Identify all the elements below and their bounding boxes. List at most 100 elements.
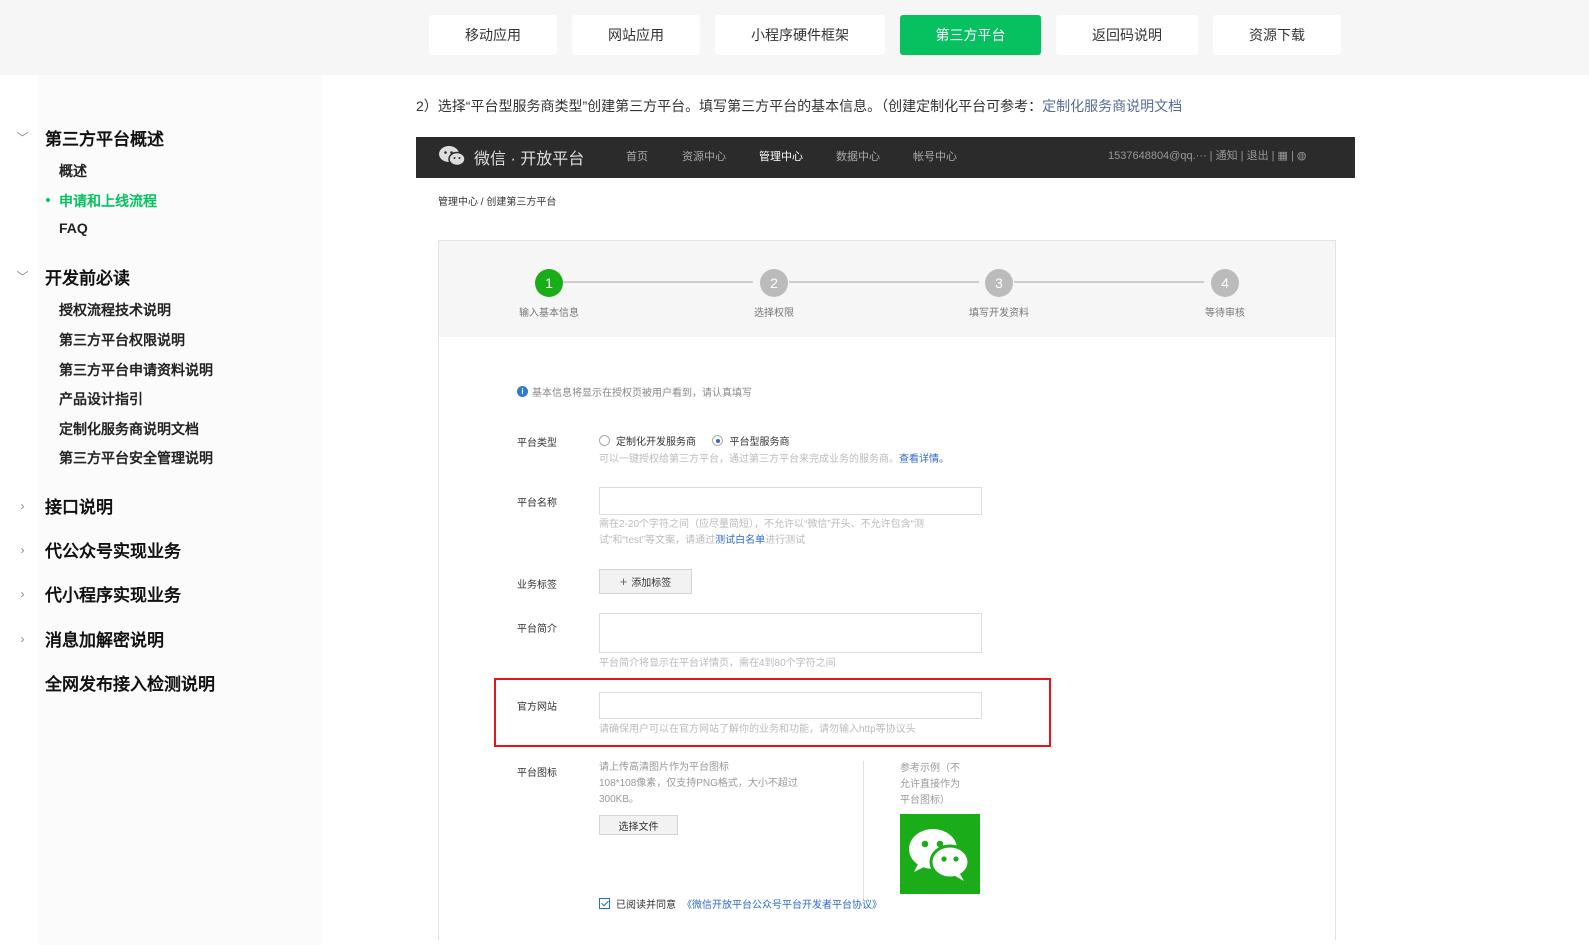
add-tag-button[interactable]: + 添加标签: [599, 569, 692, 594]
tab-resource-download[interactable]: 资源下载: [1213, 15, 1341, 55]
sidebar-item-permissions[interactable]: 第三方平台权限说明: [59, 330, 185, 350]
sidebar-group-label: 接口说明: [45, 498, 113, 517]
hint-text: 可以一键授权给第三方平台，通过第三方平台来完成业务的服务商。: [599, 454, 899, 465]
highlight-box-official-site: [494, 678, 1051, 747]
active-dot-icon: [46, 198, 50, 202]
agreement-checkbox[interactable]: [599, 898, 610, 909]
agreement-link[interactable]: 《微信开放平台公众号平台开发者平台协议》: [682, 896, 882, 911]
sidebar-item-design-guide[interactable]: 产品设计指引: [59, 389, 143, 409]
hint-text: 试”和“test”等文案，请通过: [599, 535, 716, 546]
wechat-logo-icon: [909, 829, 971, 881]
platform-type-hint: 可以一键授权给第三方平台，通过第三方平台来完成业务的服务商。查看详情。: [599, 452, 949, 468]
sample-wechat-icon: [900, 814, 980, 894]
hint-text: 进行测试: [765, 535, 806, 546]
wechat-logo-icon: [439, 146, 466, 167]
wx-nav-home[interactable]: 首页: [626, 148, 648, 164]
sidebar-group-label: 消息加解密说明: [45, 631, 164, 650]
sidebar-item-apply-materials[interactable]: 第三方平台申请资料说明: [59, 360, 213, 380]
tab-third-party-platform[interactable]: 第三方平台: [900, 15, 1041, 55]
info-notice: i 基本信息将显示在授权页被用户看到，请认真填写: [517, 384, 752, 399]
desc-line: 300KB。: [599, 794, 640, 805]
create-platform-panel: 1 2 3 4 输入基本信息 选择权限 填写开发资料 等待审核 i 基本信息将显…: [438, 240, 1336, 940]
sidebar-item-auth-flow[interactable]: 授权流程技术说明: [59, 300, 171, 320]
add-tag-label: 添加标签: [631, 578, 672, 589]
step-connector: [563, 281, 753, 283]
wx-nav-admin[interactable]: 管理中心: [759, 148, 803, 164]
step-1-label: 输入基本信息: [519, 308, 579, 319]
chevron-right-icon: ›: [20, 586, 25, 601]
top-bar: 移动应用 网站应用 小程序硬件框架 第三方平台 返回码说明 资源下载: [0, 0, 1589, 75]
sidebar-group-label: 代小程序实现业务: [45, 586, 181, 605]
sidebar-group-label: 全网发布接入检测说明: [45, 675, 215, 694]
choose-file-button[interactable]: 选择文件: [599, 815, 678, 835]
tab-miniprogram-hardware[interactable]: 小程序硬件框架: [715, 15, 885, 55]
chevron-right-icon: ›: [20, 631, 25, 646]
info-text: 基本信息将显示在授权页被用户看到，请认真填写: [532, 388, 752, 399]
step-progress: 1 2 3 4 输入基本信息 选择权限 填写开发资料 等待审核: [439, 241, 1335, 337]
platform-intro-hint: 平台简介将显示在平台详情页，需在4到80个字符之间: [599, 658, 836, 669]
sidebar-group-encryption[interactable]: › 消息加解密说明: [0, 626, 165, 651]
sidebar-group-release-check[interactable]: 全网发布接入检测说明: [0, 670, 215, 695]
sidebar-group-overview[interactable]: ﹀ 第三方平台概述: [0, 125, 164, 150]
wx-nav-account[interactable]: 帐号中心: [913, 148, 957, 164]
sample-line: 参考示例（不: [900, 763, 960, 774]
agreement-row: 已阅读并同意 《微信开放平台公众号平台开发者平台协议》: [599, 896, 882, 911]
radio-custom-provider[interactable]: 定制化开发服务商: [599, 433, 696, 448]
tab-website-app[interactable]: 网站应用: [572, 15, 700, 55]
tab-return-codes[interactable]: 返回码说明: [1056, 15, 1198, 55]
radio-circle-checked: [712, 435, 724, 446]
plus-icon: +: [619, 574, 628, 589]
sidebar-item-security[interactable]: 第三方平台安全管理说明: [59, 448, 213, 468]
sample-line: 允许直接作为: [900, 779, 960, 790]
intro-text: 2）选择“平台型服务商类型”创建第三方平台。填写第三方平台的基本信息。（创建定制…: [416, 98, 1043, 114]
step-2-circle: 2: [760, 269, 788, 297]
radio-platform-provider[interactable]: 平台型服务商: [712, 433, 789, 448]
custom-provider-doc-link[interactable]: 定制化服务商说明文档: [1042, 98, 1182, 114]
test-whitelist-link[interactable]: 测试白名单: [715, 535, 765, 546]
wx-nav-data[interactable]: 数据中心: [836, 148, 880, 164]
vertical-divider: [863, 761, 864, 901]
sidebar-group-miniprogram[interactable]: › 代小程序实现业务: [0, 581, 182, 606]
wx-account-info: 1537648804@qq.··· | 通知 | 退出 | ▦ | ◍: [1108, 150, 1307, 162]
sidebar-item-overview[interactable]: 概述: [59, 161, 87, 181]
sidebar: ﹀ 第三方平台概述 概述 申请和上线流程 FAQ ﹀ 开发前必读 授权流程技术说…: [0, 75, 322, 945]
sample-note: 参考示例（不 允许直接作为 平台图标）: [900, 761, 980, 809]
step-2-label: 选择权限: [754, 308, 794, 319]
chevron-right-icon: ›: [20, 498, 25, 513]
platform-icon-desc: 请上传高清图片作为平台图标 108*108像素，仅支持PNG格式，大小不超过 3…: [599, 760, 798, 808]
chevron-down-icon: ﹀: [16, 270, 29, 284]
platform-name-label: 平台名称: [517, 498, 557, 509]
platform-type-radios: 定制化开发服务商 平台型服务商: [599, 433, 801, 451]
sidebar-item-custom-provider-doc[interactable]: 定制化服务商说明文档: [59, 419, 199, 439]
platform-name-input[interactable]: [599, 487, 982, 515]
top-nav: 移动应用 网站应用 小程序硬件框架 第三方平台 返回码说明 资源下载: [429, 15, 1341, 55]
platform-type-label: 平台类型: [517, 438, 557, 449]
wx-nav-resources[interactable]: 资源中心: [682, 148, 726, 164]
platform-icon-label: 平台图标: [517, 768, 557, 779]
sidebar-group-label: 代公众号实现业务: [45, 542, 181, 561]
step-4-label: 等待审核: [1205, 308, 1245, 319]
platform-intro-label: 平台简介: [517, 624, 557, 635]
desc-line: 108*108像素，仅支持PNG格式，大小不超过: [599, 778, 798, 789]
agreement-text: 已阅读并同意: [616, 900, 676, 911]
sidebar-item-faq[interactable]: FAQ: [59, 220, 88, 236]
view-details-link[interactable]: 查看详情。: [899, 454, 949, 465]
chevron-right-icon: ›: [20, 542, 25, 557]
step-connector: [789, 281, 979, 283]
platform-name-hint: 需在2-20个字符之间（应尽量简短），不允许以“微信”开头、不允许包含“测 试”…: [599, 517, 924, 549]
sidebar-item-apply-process[interactable]: 申请和上线流程: [46, 191, 157, 211]
tab-mobile-app[interactable]: 移动应用: [429, 15, 557, 55]
step-1-circle: 1: [535, 269, 563, 297]
business-tags-label: 业务标签: [517, 580, 557, 591]
sidebar-group-label: 开发前必读: [45, 269, 130, 288]
platform-intro-textarea[interactable]: [599, 613, 982, 653]
radio-label: 平台型服务商: [729, 437, 790, 448]
choose-file-label: 选择文件: [618, 821, 659, 833]
sidebar-group-api[interactable]: › 接口说明: [0, 493, 114, 518]
step-3-label: 填写开发资料: [969, 308, 1029, 319]
sidebar-group-pre-dev[interactable]: ﹀ 开发前必读: [0, 264, 130, 289]
embedded-screenshot: 微信 · 开放平台 首页 资源中心 管理中心 数据中心 帐号中心 1537648…: [416, 137, 1355, 940]
hint-line: 需在2-20个字符之间（应尽量简短），不允许以“微信”开头、不允许包含“测: [599, 519, 925, 530]
desc-line: 请上传高清图片作为平台图标: [599, 762, 729, 773]
sidebar-group-official-account[interactable]: › 代公众号实现业务: [0, 537, 182, 562]
